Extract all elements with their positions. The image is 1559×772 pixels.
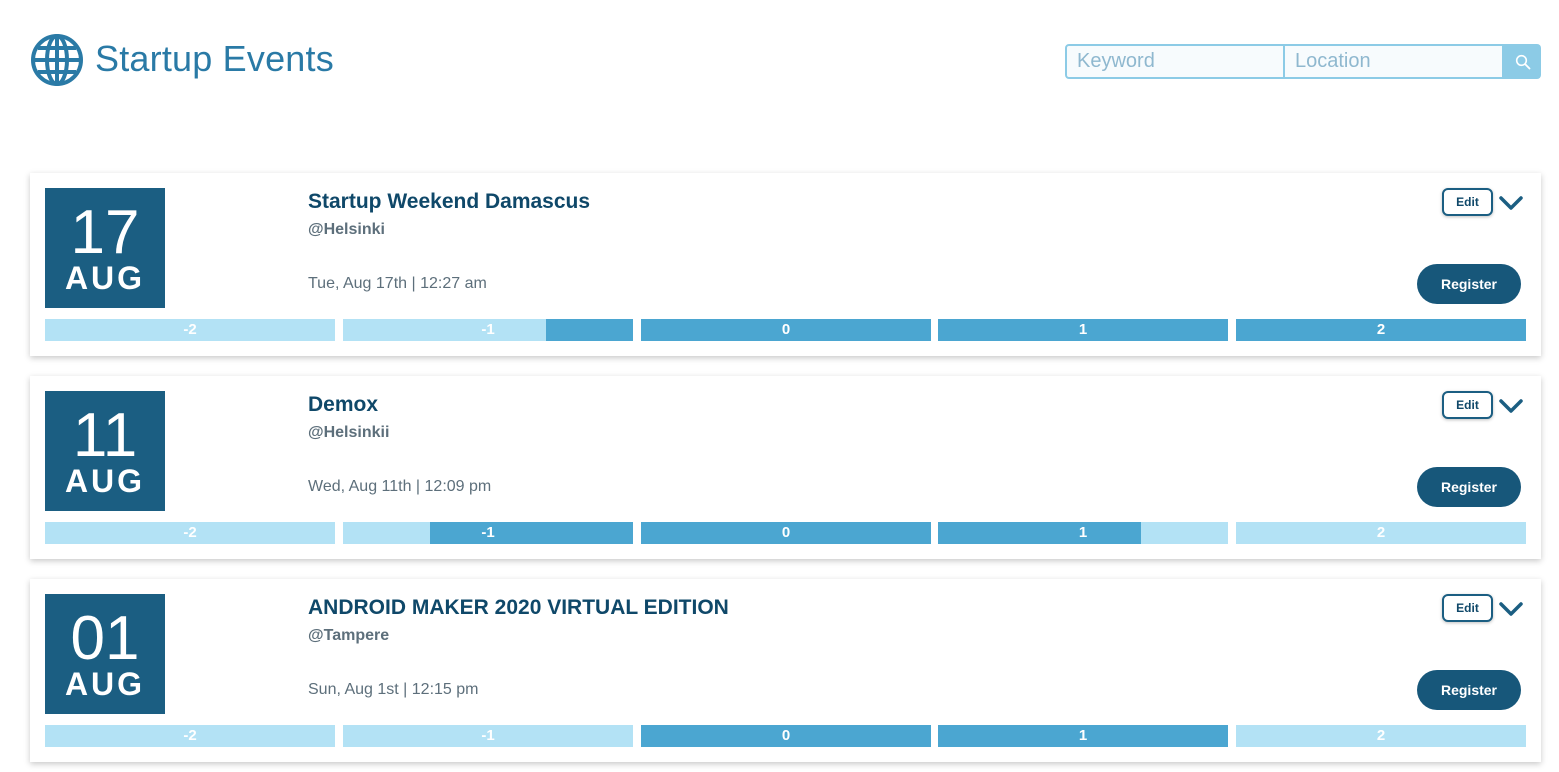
rating-segment-label: -2 <box>183 321 197 338</box>
register-button[interactable]: Register <box>1417 264 1521 304</box>
rating-segment[interactable]: 2 <box>1236 319 1526 341</box>
rating-segment[interactable]: 0 <box>641 522 931 544</box>
keyword-input[interactable] <box>1065 44 1285 79</box>
page-header: Startup Events <box>0 0 1559 130</box>
rating-scale: -2 -1 0 1 2 <box>45 725 1526 747</box>
event-location: @Tampere <box>308 627 390 644</box>
rating-segment[interactable]: 0 <box>641 725 931 747</box>
event-card: 17 AUG Startup Weekend Damascus @Helsink… <box>30 173 1541 356</box>
rating-segment[interactable]: -2 <box>45 522 335 544</box>
rating-segment-label: -2 <box>183 727 197 744</box>
event-card: 11 AUG Demox @Helsinkii Wed, Aug 11th | … <box>30 376 1541 559</box>
rating-segment-label: -1 <box>481 727 495 744</box>
edit-button[interactable]: Edit <box>1442 594 1493 622</box>
rating-segment[interactable]: 1 <box>938 522 1228 544</box>
rating-segment-label: 1 <box>1078 727 1088 744</box>
rating-scale: -2 -1 0 1 2 <box>45 319 1526 341</box>
rating-segment-label: 2 <box>1376 524 1386 541</box>
event-day: 17 <box>70 198 140 267</box>
event-card: 01 AUG ANDROID MAKER 2020 VIRTUAL EDITIO… <box>30 579 1541 762</box>
rating-segment-label: 2 <box>1376 321 1386 338</box>
rating-segment[interactable]: 1 <box>938 319 1228 341</box>
rating-segment[interactable]: -1 <box>343 725 633 747</box>
globe-icon[interactable] <box>30 33 84 87</box>
rating-segment[interactable]: 2 <box>1236 522 1526 544</box>
rating-segment[interactable]: -2 <box>45 319 335 341</box>
event-date-badge: 17 AUG <box>45 188 165 308</box>
chevron-down-icon[interactable] <box>1498 396 1524 416</box>
rating-segment-label: -1 <box>481 524 495 541</box>
edit-button[interactable]: Edit <box>1442 188 1493 216</box>
rating-segment[interactable]: -1 <box>343 522 633 544</box>
event-location: @Helsinki <box>308 221 385 238</box>
event-date-badge: 01 AUG <box>45 594 165 714</box>
chevron-down-icon[interactable] <box>1498 193 1524 213</box>
event-name[interactable]: ANDROID MAKER 2020 VIRTUAL EDITION <box>308 596 729 620</box>
event-month: AUG <box>64 666 146 702</box>
rating-segment-label: 0 <box>781 727 791 744</box>
rating-segment-label: 1 <box>1078 321 1088 338</box>
rating-scale: -2 -1 0 1 2 <box>45 522 1526 544</box>
register-button[interactable]: Register <box>1417 670 1521 710</box>
event-month: AUG <box>64 463 146 499</box>
rating-segment[interactable]: 1 <box>938 725 1228 747</box>
search-bar <box>1065 44 1541 79</box>
chevron-down-icon[interactable] <box>1498 599 1524 619</box>
location-input[interactable] <box>1285 44 1504 79</box>
register-button[interactable]: Register <box>1417 467 1521 507</box>
event-date-badge: 11 AUG <box>45 391 165 511</box>
rating-segment-label: -2 <box>183 524 197 541</box>
edit-button[interactable]: Edit <box>1442 391 1493 419</box>
event-name[interactable]: Demox <box>308 393 378 417</box>
event-datetime: Sun, Aug 1st | 12:15 pm <box>308 681 479 698</box>
rating-segment[interactable]: 2 <box>1236 725 1526 747</box>
rating-segment-label: 0 <box>781 321 791 338</box>
rating-segment-label: -1 <box>481 321 495 338</box>
event-day: 11 <box>72 401 138 470</box>
rating-segment-label: 1 <box>1078 524 1088 541</box>
event-datetime: Wed, Aug 11th | 12:09 pm <box>308 478 492 495</box>
rating-segment-label: 2 <box>1376 727 1386 744</box>
rating-segment-label: 0 <box>781 524 791 541</box>
search-icon <box>1515 54 1530 69</box>
app-title: Startup Events <box>95 38 334 79</box>
event-month: AUG <box>64 260 146 296</box>
rating-segment[interactable]: 0 <box>641 319 931 341</box>
event-datetime: Tue, Aug 17th | 12:27 am <box>308 275 487 292</box>
rating-segment[interactable]: -1 <box>343 319 633 341</box>
event-location: @Helsinkii <box>308 424 390 441</box>
event-name[interactable]: Startup Weekend Damascus <box>308 190 590 214</box>
search-button[interactable] <box>1504 44 1541 79</box>
event-day: 01 <box>70 604 140 673</box>
rating-segment[interactable]: -2 <box>45 725 335 747</box>
